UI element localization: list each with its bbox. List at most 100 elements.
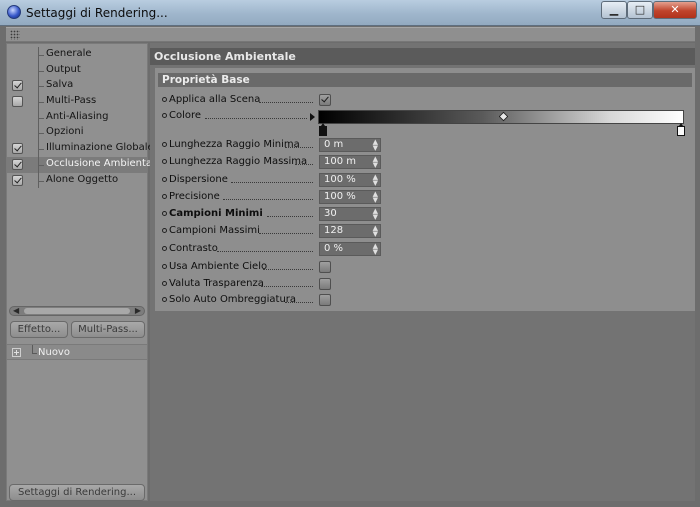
animation-dot-icon[interactable] [162,142,167,147]
tree-branch [32,353,37,354]
campioni-max-input[interactable]: 128 ▲ ▼ [319,224,381,238]
spinner-icon[interactable]: ▲ ▼ [373,191,378,204]
animation-dot-icon[interactable] [162,113,167,118]
precisione-value: 100 % [324,191,356,202]
occlusione-ambientale-checkbox[interactable] [12,158,23,170]
effetto-button[interactable]: Effetto... [10,321,68,338]
applica-label: Applica alla Scena [169,94,261,105]
precisione-input[interactable]: 100 % ▲ ▼ [319,190,381,204]
ambiente-cielo-checkbox[interactable] [319,261,331,273]
raggio-max-value: 100 m [324,156,357,167]
animation-dot-icon[interactable] [162,228,167,233]
tree-branch [38,133,44,135]
illuminazione-globale-checkbox[interactable] [12,143,23,155]
animation-dot-icon[interactable] [162,264,167,269]
campioni-max-value: 128 [324,225,344,236]
spinner-icon[interactable]: ▲ ▼ [373,225,378,238]
sidebar-item-anti-aliasing[interactable]: Anti-Aliasing [7,109,147,126]
scroll-left-icon[interactable]: ◀ [13,306,19,315]
render-settings-list-item[interactable]: Nuovo [7,344,147,360]
scroll-thumb[interactable] [24,308,130,314]
close-button[interactable]: ✕ [653,1,697,19]
sidebar-item-label: Salva [46,79,74,91]
sidebar-item-opzioni[interactable]: Opzioni [7,125,147,142]
spinner-icon[interactable]: ▲ ▼ [373,139,378,152]
prop-row-trasparenza: Valuta Trasparenza [155,276,695,292]
raggio-max-input[interactable]: 100 m ▲ ▼ [319,155,381,169]
prop-row-applica: Applica alla Scena [155,92,695,108]
horizontal-scrollbar[interactable]: ◀ ▶ [9,306,145,316]
spinner-icon[interactable]: ▲ ▼ [373,243,378,256]
gradient-knot-white[interactable] [677,123,685,136]
contrasto-input[interactable]: 0 % ▲ ▼ [319,242,381,256]
multi-pass-checkbox[interactable] [12,96,23,108]
auto-ombreggiatura-label: Solo Auto Ombreggiatura [169,294,297,305]
leader-dots [259,223,313,234]
contrasto-value: 0 % [324,243,344,254]
spinner-icon[interactable]: ▲ ▼ [373,174,378,187]
sidebar-item-illuminazione-globale[interactable]: Illuminazione Globale [7,141,154,157]
prop-row-raggio-min: Lunghezza Raggio Minima 0 m ▲ ▼ [155,137,695,153]
prop-row-campioni-min: Campioni Minimi 30 ▲ ▼ [155,206,695,222]
maximize-button[interactable]: □ [627,1,653,19]
raggio-min-input[interactable]: 0 m ▲ ▼ [319,138,381,152]
animation-dot-icon[interactable] [162,211,167,216]
spinner-icon[interactable]: ▲ ▼ [373,156,378,169]
tree-branch [38,117,44,119]
animation-dot-icon[interactable] [162,297,167,302]
toolbar [6,27,695,42]
ambiente-cielo-label: Usa Ambiente Cielo [169,261,268,272]
animation-dot-icon[interactable] [162,159,167,164]
auto-ombreggiatura-checkbox[interactable] [319,294,331,306]
sidebar-item-output[interactable]: Output [7,62,147,79]
campioni-min-value: 30 [324,208,337,219]
applica-checkbox[interactable] [319,94,331,106]
cinema4d-app-icon [7,5,21,19]
leader-dots [261,276,313,287]
prop-row-contrasto: Contrasto 0 % ▲ ▼ [155,241,695,257]
group-title: Proprietà Base [158,73,692,87]
expand-icon[interactable] [12,348,21,357]
salva-checkbox[interactable] [12,80,23,92]
leader-dots [231,172,313,183]
minimize-button[interactable]: ▁ [601,1,627,19]
colore-label: Colore [169,110,202,121]
spinner-icon[interactable]: ▲ ▼ [373,208,378,221]
leader-dots [295,154,313,165]
animation-dot-icon[interactable] [162,246,167,251]
sidebar-item-generale[interactable]: Generale [7,47,147,63]
render-settings-button[interactable]: Settaggi di Rendering... [9,484,145,501]
sidebar-item-label: Alone Oggetto [46,173,119,185]
tree-line [32,345,33,353]
leader-dots [205,108,307,119]
sidebar-item-alone-oggetto[interactable]: Alone Oggetto [7,172,147,189]
grip-icon[interactable] [10,30,20,40]
precisione-label: Precisione [169,191,220,202]
sidebar-item-salva[interactable]: Salva [7,78,147,95]
trasparenza-checkbox[interactable] [319,278,331,290]
sidebar: Generale Output Salva Multi-Pass Anti-Al… [6,43,161,501]
leader-dots [259,92,313,103]
animation-dot-icon[interactable] [162,194,167,199]
sidebar-item-occlusione-ambientale[interactable]: Occlusione Ambientale [7,156,161,173]
scroll-right-icon[interactable]: ▶ [135,306,141,315]
sidebar-item-label: Opzioni [46,126,84,138]
sidebar-item-multi-pass[interactable]: Multi-Pass [7,94,147,110]
campioni-min-input[interactable]: 30 ▲ ▼ [319,207,381,221]
leader-dots [285,292,313,303]
gradient-knot-black[interactable] [319,123,327,136]
alone-oggetto-checkbox[interactable] [12,174,23,186]
dispersione-input[interactable]: 100 % ▲ ▼ [319,173,381,187]
leader-dots [217,241,313,252]
trasparenza-label: Valuta Trasparenza [169,278,264,289]
animation-dot-icon[interactable] [162,97,167,102]
raggio-min-label: Lunghezza Raggio Minima [169,139,300,150]
sidebar-item-label: Occlusione Ambientale [46,157,161,169]
contrasto-label: Contrasto [169,243,218,254]
gradient-expand-icon[interactable] [310,113,315,121]
animation-dot-icon[interactable] [162,281,167,286]
main-panel: Occlusione Ambientale Proprietà Base App… [150,43,695,501]
leader-dots [263,259,313,270]
animation-dot-icon[interactable] [162,177,167,182]
multi-pass-button[interactable]: Multi-Pass... [71,321,145,338]
